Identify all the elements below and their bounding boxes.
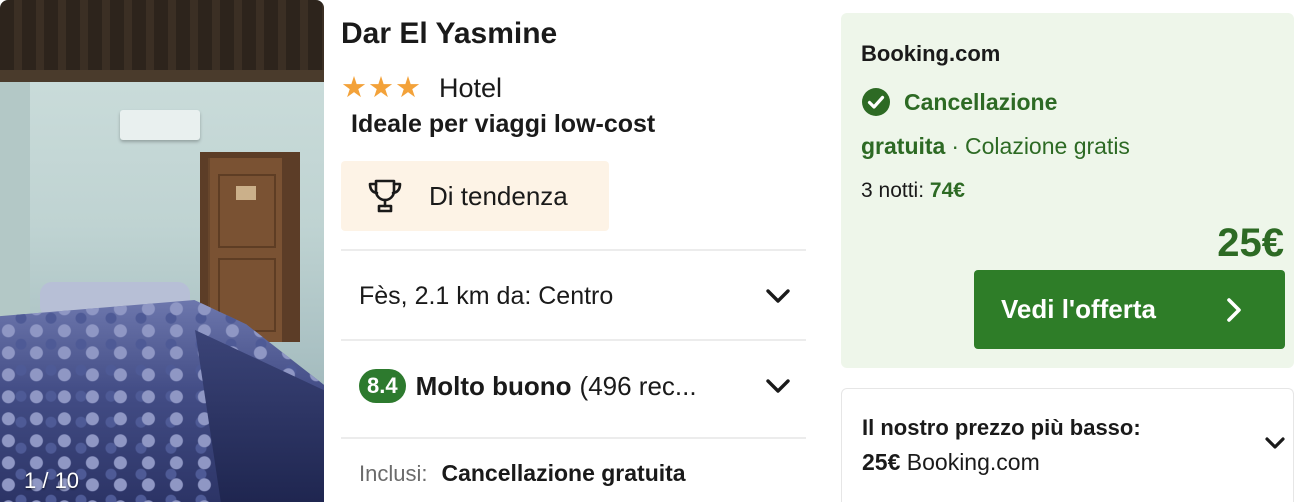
offer-provider: Booking.com — [861, 41, 1001, 66]
lowest-price-title: Il nostro prezzo più basso: — [862, 415, 1141, 440]
included-value: Cancellazione gratuita — [441, 460, 686, 486]
rating-word: Molto buono — [415, 370, 572, 401]
stars-row: ★ ★ ★ Hotel — [341, 72, 502, 104]
free-cancellation: Cancellazione — [861, 87, 1057, 117]
divider — [341, 339, 806, 341]
offer-price: 25€ — [1217, 221, 1284, 265]
photo-door-sign — [236, 186, 256, 200]
trend-label: Di tendenza — [429, 180, 568, 211]
divider — [341, 437, 806, 439]
lowest-price-line: 25€ Booking.com — [862, 449, 1040, 476]
nights-price: 74€ — [929, 179, 965, 202]
star-icon: ★ — [341, 71, 367, 104]
cancellation-text: Cancellazione — [904, 88, 1058, 115]
trophy-icon — [365, 176, 405, 216]
view-offer-button[interactable]: Vedi l'offerta — [974, 270, 1285, 349]
included-label: Inclusi: — [359, 461, 428, 486]
hotel-tagline: Ideale per viaggi low-cost — [351, 110, 656, 138]
nights-label: 3 notti: — [861, 179, 925, 202]
chevron-down-icon[interactable] — [1263, 435, 1287, 451]
separator-dot: · — [951, 133, 960, 159]
rating-badge: 8.4 — [359, 368, 406, 404]
check-circle-icon — [862, 88, 890, 116]
photo-counter: 1 / 10 — [24, 468, 80, 493]
lowest-price-provider: Booking.com — [906, 449, 1040, 475]
lowest-price-card[interactable]: Il nostro prezzo più basso: 25€ Booking.… — [841, 388, 1294, 502]
included-row: Inclusi: Cancellazione gratuita — [359, 460, 686, 487]
photo-ceiling — [0, 0, 324, 82]
offer-perks: gratuita · Colazione gratis — [861, 133, 1130, 160]
divider — [341, 249, 806, 251]
hotel-type: Hotel — [439, 72, 503, 103]
offer-card[interactable]: Booking.com Cancellazione gratuita · Colaz… — [841, 13, 1294, 368]
location-row[interactable]: Fès, 2.1 km da: Centro — [341, 252, 806, 340]
trend-badge: Di tendenza — [341, 161, 609, 231]
hotel-photo[interactable]: 1 / 10 — [0, 0, 324, 502]
photo-ac-unit — [120, 110, 200, 140]
chevron-down-icon[interactable] — [764, 376, 792, 396]
review-count: (496 rec... — [579, 370, 697, 401]
view-offer-label: Vedi l'offerta — [1001, 294, 1156, 324]
hotel-info: Dar El Yasmine ★ ★ ★ Hotel Ideale per vi… — [341, 0, 806, 502]
location-text: Fès, 2.1 km da: Centro — [359, 281, 614, 310]
lowest-price-value: 25€ — [862, 449, 901, 475]
rating-row[interactable]: 8.4 Molto buono (496 rec... — [341, 342, 806, 430]
hotel-name[interactable]: Dar El Yasmine — [341, 17, 557, 51]
star-icon: ★ — [368, 71, 394, 104]
star-icon: ★ — [395, 71, 421, 104]
chevron-right-icon — [1227, 297, 1241, 322]
chevron-down-icon[interactable] — [764, 286, 792, 306]
nights-total: 3 notti: 74€ — [861, 179, 965, 203]
breakfast-text: Colazione gratis — [965, 133, 1130, 159]
cancellation-text-cont: gratuita — [861, 133, 946, 159]
